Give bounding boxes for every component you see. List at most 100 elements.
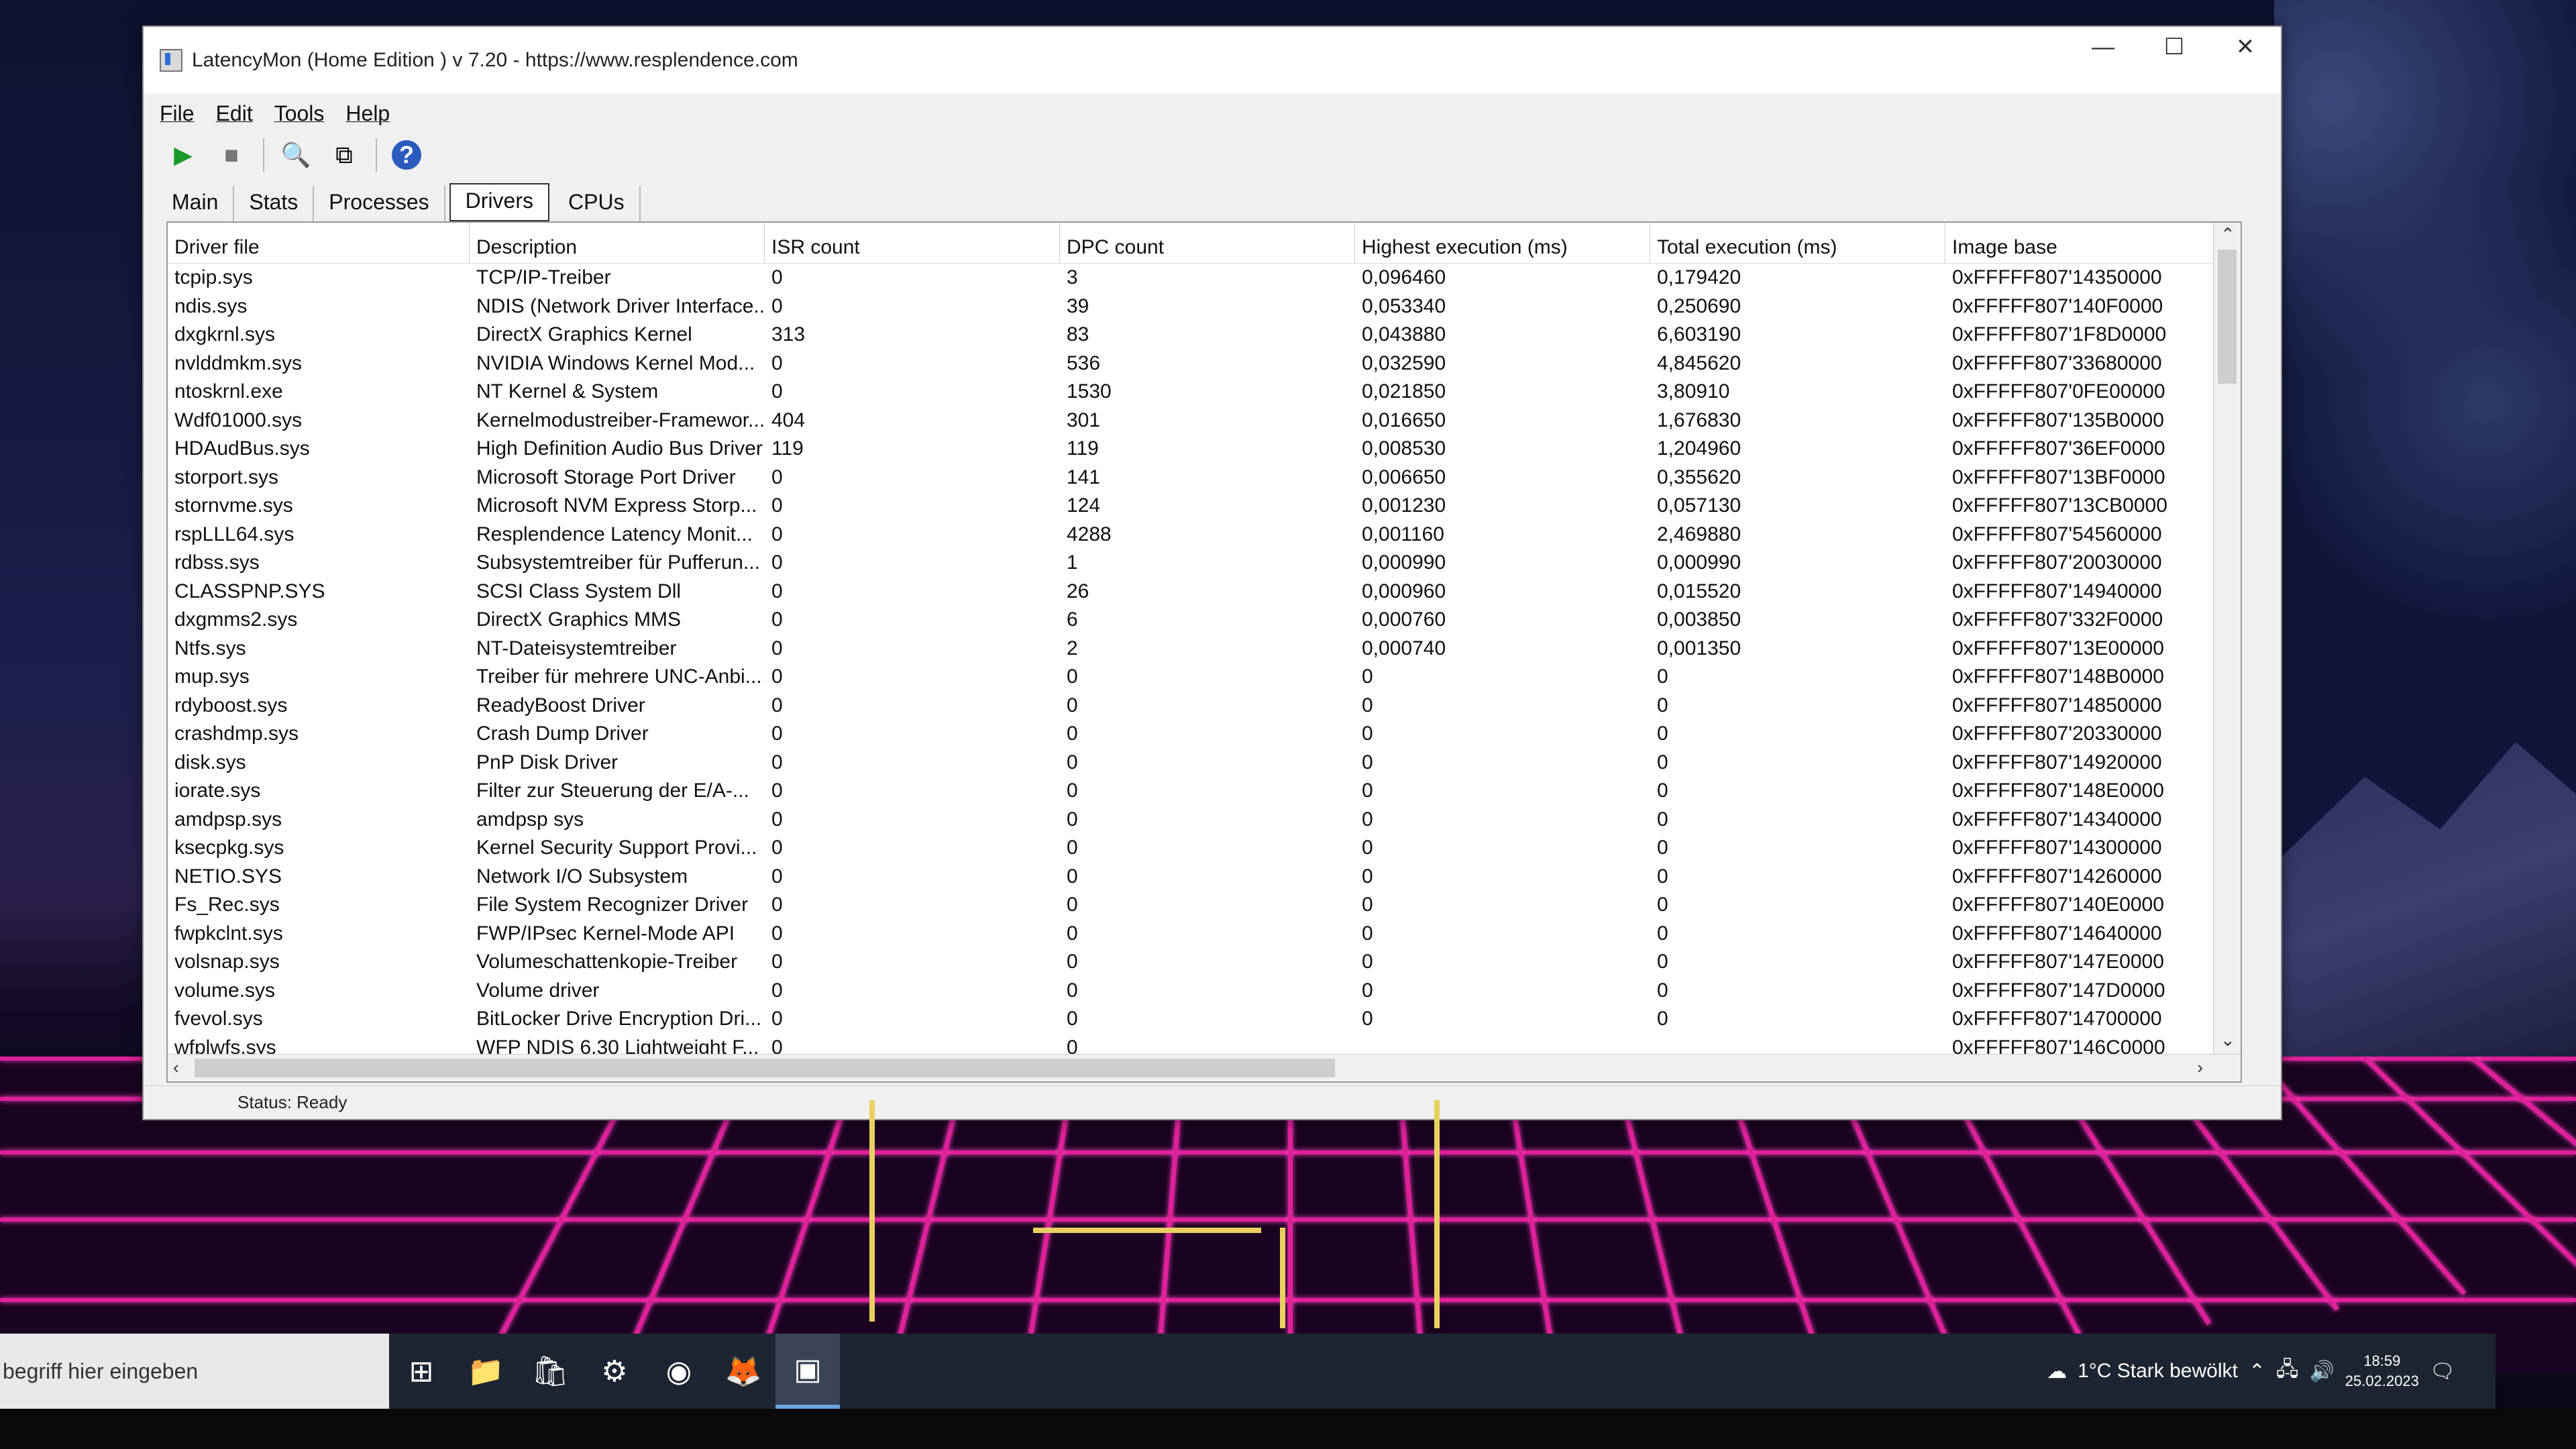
cell-driver-file: volsnap.sys	[174, 951, 280, 973]
stop-icon[interactable]: ■	[215, 138, 248, 172]
cell-description: Subsystemtreiber für Pufferun...	[476, 551, 760, 574]
table-row[interactable]: fwpkclnt.sys FWP/IPsec Kernel-Mode API 0 0 0…	[168, 920, 2241, 949]
tab-stats[interactable]: Stats	[234, 186, 315, 221]
cell-isr-count: 0	[771, 780, 783, 802]
latencymon-icon[interactable]: ▣	[775, 1334, 840, 1409]
tab-processes[interactable]: Processes	[314, 186, 445, 221]
firefox-icon[interactable]: 🦊	[711, 1334, 775, 1409]
menu-help[interactable]: Help	[345, 101, 390, 126]
copy-icon[interactable]: ⧉	[327, 138, 361, 172]
cell-description: NT-Dateisystemtreiber	[476, 637, 677, 659]
scroll-right-icon[interactable]: ›	[2197, 1057, 2203, 1078]
weather-icon[interactable]: ☁	[2047, 1360, 2067, 1383]
table-row[interactable]: NETIO.SYS Network I/O Subsystem 0 0 0 0 0xFFFF…	[168, 863, 2241, 892]
cell-isr-count: 0	[771, 380, 783, 403]
maximize-button[interactable]: ☐	[2139, 27, 2210, 67]
table-row[interactable]: Ntfs.sys NT-Dateisystemtreiber 0 2 0,000740 0…	[168, 635, 2241, 663]
scroll-left-icon[interactable]: ‹	[173, 1057, 179, 1078]
table-row[interactable]: crashdmp.sys Crash Dump Driver 0 0 0 0 0xFFFFF…	[168, 720, 2241, 749]
cell-description: NT Kernel & System	[476, 380, 659, 403]
column-header-isr-count[interactable]: ISR count	[765, 223, 1060, 263]
cell-total-execution: 0,003850	[1657, 608, 1741, 631]
table-row[interactable]: storport.sys Microsoft Storage Port Drive…	[168, 464, 2241, 492]
column-header-highest-execution[interactable]: Highest execution (ms)	[1355, 223, 1650, 263]
store-icon[interactable]: 🛍	[518, 1334, 582, 1409]
analyze-icon[interactable]: 🔍	[279, 138, 313, 172]
table-row[interactable]: disk.sys PnP Disk Driver 0 0 0 0 0xFFFFF807'14…	[168, 749, 2241, 777]
volume-icon[interactable]: 🔊	[2309, 1360, 2334, 1383]
close-button[interactable]: ✕	[2210, 27, 2281, 67]
table-row[interactable]: dxgmms2.sys DirectX Graphics MMS 0 6 0,00076…	[168, 606, 2241, 635]
menu-file[interactable]: File	[160, 101, 195, 126]
table-row[interactable]: Fs_Rec.sys File System Recognizer Driver 0…	[168, 891, 2241, 920]
table-row[interactable]: CLASSPNP.SYS SCSI Class System Dll 0 26 0,00…	[168, 578, 2241, 606]
table-row[interactable]: stornvme.sys Microsoft NVM Express Storp.…	[168, 492, 2241, 521]
table-row[interactable]: fvevol.sys BitLocker Drive Encryption Dri…	[168, 1005, 2241, 1034]
tab-main[interactable]: Main	[157, 186, 235, 221]
table-row[interactable]: mup.sys Treiber für mehrere UNC-Anbi... 0 0…	[168, 663, 2241, 692]
table-row[interactable]: nvlddmkm.sys NVIDIA Windows Kernel Mod...…	[168, 350, 2241, 378]
column-header-total-execution[interactable]: Total execution (ms)	[1650, 223, 1945, 263]
cell-image-base: 0xFFFFF807'332F0000	[1952, 608, 2163, 631]
notifications-icon[interactable]: 🗨	[2430, 1360, 2455, 1383]
play-icon[interactable]: ▶	[166, 138, 200, 172]
table-row[interactable]: tcpip.sys TCP/IP-Treiber 0 3 0,096460 0,17942…	[168, 264, 2241, 292]
table-row[interactable]: ntoskrnl.exe NT Kernel & System 0 1530 0,021…	[168, 378, 2241, 407]
cell-highest-execution: 0,001160	[1362, 523, 1444, 545]
cell-highest-execution: 0,000990	[1362, 551, 1446, 574]
cell-dpc-count: 0	[1067, 922, 1078, 945]
cell-description: NVIDIA Windows Kernel Mod...	[476, 352, 755, 374]
table-row[interactable]: ksecpkg.sys Kernel Security Support Provi…	[168, 834, 2241, 863]
cell-description: FWP/IPsec Kernel-Mode API	[476, 922, 735, 945]
column-header-dpc-count[interactable]: DPC count	[1060, 223, 1355, 263]
table-row[interactable]: ndis.sys NDIS (Network Driver Interface..…	[168, 292, 2241, 321]
settings-icon[interactable]: ⚙	[582, 1334, 647, 1409]
table-row[interactable]: HDAudBus.sys High Definition Audio Bus Dr…	[168, 435, 2241, 464]
vertical-scrollbar[interactable]: ⌃ ⌄	[2213, 223, 2241, 1055]
table-row[interactable]: Wdf01000.sys Kernelmodustreiber-Framewor.…	[168, 407, 2241, 435]
task-view-icon[interactable]: ⊞	[389, 1334, 453, 1409]
file-explorer-icon[interactable]: 📁	[453, 1334, 518, 1409]
vertical-scroll-thumb[interactable]	[2218, 250, 2237, 384]
taskbar-search-box[interactable]: begriff hier eingeben	[0, 1334, 389, 1409]
chevron-up-icon[interactable]: ⌃	[2249, 1360, 2265, 1383]
menu-edit[interactable]: Edit	[216, 101, 253, 126]
network-icon[interactable]: 🖧	[2276, 1354, 2298, 1389]
wallpaper-line	[1033, 1228, 1261, 1233]
table-row[interactable]: dxgkrnl.sys DirectX Graphics Kernel 313 83 0…	[168, 321, 2241, 350]
help-icon[interactable]: ?	[392, 140, 421, 170]
table-row[interactable]: amdpsp.sys amdpsp sys 0 0 0 0 0xFFFFF807'14340…	[168, 806, 2241, 835]
horizontal-scroll-thumb[interactable]	[195, 1059, 1335, 1077]
cell-highest-execution: 0	[1362, 837, 1373, 859]
menu-tools[interactable]: Tools	[274, 101, 325, 126]
table-row[interactable]: rdbss.sys Subsystemtreiber für Pufferun..…	[168, 549, 2241, 578]
column-header-description[interactable]: Description	[470, 223, 765, 263]
cell-isr-count: 0	[771, 608, 783, 631]
column-header-driver-file[interactable]: Driver file	[168, 223, 470, 263]
table-row[interactable]: iorate.sys Filter zur Steuerung der E/A-.…	[168, 777, 2241, 806]
cell-total-execution: 0,355620	[1657, 466, 1741, 488]
cell-image-base: 0xFFFFF807'54560000	[1952, 523, 2162, 545]
table-row[interactable]: rdyboost.sys ReadyBoost Driver 0 0 0 0 0xFFFFF…	[168, 692, 2241, 720]
cell-isr-count: 0	[771, 865, 783, 888]
cell-description: Volumeschattenkopie-Treiber	[476, 951, 738, 973]
table-row[interactable]: rspLLL64.sys Resplendence Latency Monit..…	[168, 521, 2241, 549]
horizontal-scrollbar[interactable]: ‹ ›	[168, 1054, 2241, 1081]
cell-image-base: 0xFFFFF807'14350000	[1952, 266, 2162, 289]
table-row[interactable]: volsnap.sys Volumeschattenkopie-Treiber 0 0…	[168, 948, 2241, 977]
weather-text[interactable]: 1°C Stark bewölkt	[2078, 1360, 2238, 1383]
table-row[interactable]: volume.sys Volume driver 0 0 0 0 0xFFFFF807'14…	[168, 977, 2241, 1006]
clock[interactable]: 18:59 25.02.2023	[2345, 1351, 2419, 1391]
cell-highest-execution: 0,006650	[1362, 466, 1446, 488]
title-bar[interactable]: LatencyMon (Home Edition ) v 7.20 - http…	[144, 27, 2281, 94]
tab-drivers[interactable]: Drivers	[449, 183, 549, 221]
cell-total-execution: 0,015520	[1657, 580, 1741, 602]
scroll-down-icon[interactable]: ⌄	[2220, 1030, 2235, 1051]
scroll-up-icon[interactable]: ⌃	[2220, 224, 2235, 245]
minimize-button[interactable]: —	[2068, 27, 2139, 67]
column-header-image-base[interactable]: Image base	[1945, 223, 2227, 263]
app-icon[interactable]: ◉	[647, 1334, 711, 1409]
tab-cpus[interactable]: CPUs	[553, 186, 641, 221]
drivers-table[interactable]: Driver file Description ISR count DPC co…	[166, 221, 2242, 1083]
toolbar: ▶ ■ 🔍 ⧉ ?	[144, 133, 2281, 177]
